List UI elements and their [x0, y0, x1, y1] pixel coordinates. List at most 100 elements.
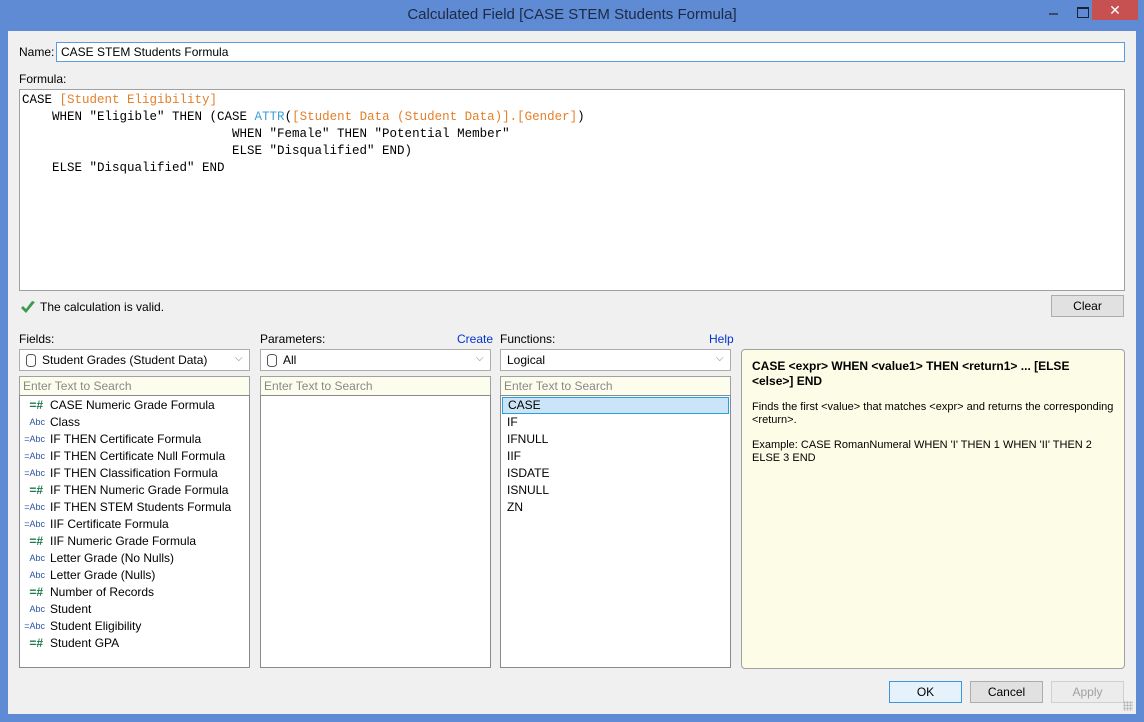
validation-status: The calculation is valid. — [20, 299, 164, 315]
dialog-body: Name: Formula: CASE [Student Eligibility… — [8, 31, 1136, 714]
formula-editor[interactable]: CASE [Student Eligibility] WHEN "Eligibl… — [19, 89, 1125, 291]
string-type-icon: =Abc — [24, 434, 45, 444]
fields-source-dropdown[interactable]: Student Grades (Student Data) ⌵ — [19, 349, 250, 371]
formula-keyword-token: WHEN "Eligible" THEN (CASE — [22, 110, 255, 124]
create-parameter-link[interactable]: Create — [457, 332, 493, 346]
title-bar: Calculated Field [CASE STEM Students For… — [0, 0, 1144, 31]
field-list-item[interactable]: =# CASE Numeric Grade Formula — [20, 397, 249, 414]
field-list-item[interactable]: =Abc IIF Certificate Formula — [20, 516, 249, 533]
ok-button[interactable]: OK — [889, 681, 962, 703]
database-icon — [26, 353, 36, 367]
functions-list[interactable]: CASE IF IFNULL IIF ISDATE ISNULL ZN — [500, 395, 731, 668]
field-label: Letter Grade (No Nulls) — [50, 551, 175, 565]
field-list-item[interactable]: =# IF THEN Numeric Grade Formula — [20, 482, 249, 499]
formula-keyword-token: WHEN "Female" THEN "Potential Member" — [22, 127, 510, 141]
number-type-icon: =# — [29, 585, 43, 599]
field-list-item[interactable]: Abc Student — [20, 601, 249, 618]
parameters-label: Parameters: — [260, 332, 326, 346]
formula-keyword-token: CASE — [22, 93, 60, 107]
chevron-down-icon: ⌵ — [476, 353, 484, 364]
field-label: IF THEN Numeric Grade Formula — [50, 483, 229, 497]
string-type-icon: =Abc — [24, 502, 45, 512]
name-input[interactable] — [56, 42, 1125, 62]
field-label: Number of Records — [50, 585, 155, 599]
function-list-item[interactable]: ISNULL — [501, 482, 730, 499]
function-list-item[interactable]: IIF — [501, 448, 730, 465]
help-link[interactable]: Help — [709, 332, 734, 346]
formula-label: Formula: — [19, 72, 67, 86]
help-description: Finds the first <value> that matches <ex… — [752, 401, 1114, 426]
functions-search-input[interactable]: Enter Text to Search — [500, 376, 731, 395]
cancel-button[interactable]: Cancel — [970, 681, 1043, 703]
string-type-icon: =Abc — [24, 519, 45, 529]
help-example: Example: CASE RomanNumeral WHEN 'I' THEN… — [752, 439, 1092, 464]
fields-list[interactable]: =# CASE Numeric Grade Formula Abc Class =Abc… — [19, 395, 250, 668]
string-type-icon: =Abc — [24, 468, 45, 478]
formula-line: WHEN "Eligible" THEN (CASE ATTR([Student… — [22, 109, 1122, 126]
field-label: IIF Numeric Grade Formula — [50, 534, 197, 548]
field-list-item[interactable]: =Abc IF THEN Classification Formula — [20, 465, 249, 482]
number-type-icon: =# — [29, 398, 43, 412]
field-label: Student Eligibility — [50, 619, 142, 633]
field-list-item[interactable]: =Abc IF THEN STEM Students Formula — [20, 499, 249, 516]
field-label: IF THEN Classification Formula — [50, 466, 218, 480]
chevron-down-icon: ⌵ — [716, 353, 724, 364]
string-type-icon: Abc — [29, 570, 45, 580]
parameters-search-input[interactable]: Enter Text to Search — [260, 376, 491, 395]
name-label: Name: — [19, 45, 55, 59]
formula-field-token: [Student Eligibility] — [59, 93, 218, 107]
formula-line: ELSE "Disqualified" END — [22, 160, 1122, 177]
formula-keyword-token: ) — [577, 110, 585, 124]
parameters-list[interactable] — [260, 395, 491, 668]
formula-function-token: ATTR — [254, 110, 285, 124]
number-type-icon: =# — [29, 534, 43, 548]
help-syntax: CASE <expr> WHEN <value1> THEN <return1>… — [752, 359, 1070, 388]
apply-button[interactable]: Apply — [1051, 681, 1124, 703]
field-list-item[interactable]: Abc Letter Grade (No Nulls) — [20, 550, 249, 567]
function-help-panel: CASE <expr> WHEN <value1> THEN <return1>… — [741, 349, 1125, 669]
field-list-item[interactable]: =Abc IF THEN Certificate Formula — [20, 431, 249, 448]
minimize-icon[interactable] — [1041, 0, 1067, 21]
string-type-icon: =Abc — [24, 451, 45, 461]
formula-field-token: [Student Data (Student Data)].[Gender] — [292, 110, 578, 124]
field-list-item[interactable]: =Abc IF THEN Certificate Null Formula — [20, 448, 249, 465]
field-list-item[interactable]: =# IIF Numeric Grade Formula — [20, 533, 249, 550]
field-list-item[interactable]: Abc Class — [20, 414, 249, 431]
field-list-item[interactable]: =# Student GPA — [20, 635, 249, 652]
validation-text: The calculation is valid. — [40, 300, 165, 314]
close-icon[interactable]: ✕ — [1092, 0, 1138, 20]
function-list-item[interactable]: IFNULL — [501, 431, 730, 448]
function-list-item[interactable]: ZN — [501, 499, 730, 516]
field-label: Class — [50, 415, 81, 429]
field-list-item[interactable]: =# Number of Records — [20, 584, 249, 601]
clear-button[interactable]: Clear — [1051, 295, 1124, 317]
chevron-down-icon: ⌵ — [235, 353, 243, 364]
fields-search-input[interactable]: Enter Text to Search — [19, 376, 250, 395]
field-label: Letter Grade (Nulls) — [50, 568, 156, 582]
fields-source-value: Student Grades (Student Data) — [42, 353, 208, 367]
field-list-item[interactable]: Abc Letter Grade (Nulls) — [20, 567, 249, 584]
function-list-item[interactable]: ISDATE — [501, 465, 730, 482]
fields-label: Fields: — [19, 332, 55, 346]
field-list-item[interactable]: =Abc Student Eligibility — [20, 618, 249, 635]
checkmark-icon — [21, 301, 35, 313]
formula-keyword-token: ELSE "Disqualified" END) — [22, 144, 413, 158]
field-label: IF THEN Certificate Formula — [50, 432, 202, 446]
string-type-icon: Abc — [29, 553, 45, 563]
window-title: Calculated Field [CASE STEM Students For… — [407, 6, 737, 23]
parameters-source-dropdown[interactable]: All ⌵ — [260, 349, 491, 371]
formula-line: CASE [Student Eligibility] — [22, 92, 1122, 109]
field-label: IF THEN STEM Students Formula — [50, 500, 232, 514]
formula-line: WHEN "Female" THEN "Potential Member" — [22, 126, 1122, 143]
number-type-icon: =# — [29, 483, 43, 497]
function-list-item[interactable]: IF — [501, 414, 730, 431]
field-label: Student — [50, 602, 92, 616]
functions-category-dropdown[interactable]: Logical ⌵ — [500, 349, 731, 371]
number-type-icon: =# — [29, 636, 43, 650]
resize-grip[interactable] — [1123, 701, 1133, 711]
function-list-item[interactable]: CASE — [502, 397, 729, 414]
formula-keyword-token: ELSE "Disqualified" END — [22, 161, 225, 175]
formula-line: ELSE "Disqualified" END) — [22, 143, 1122, 160]
string-type-icon: Abc — [29, 604, 45, 614]
field-label: IIF Certificate Formula — [50, 517, 169, 531]
